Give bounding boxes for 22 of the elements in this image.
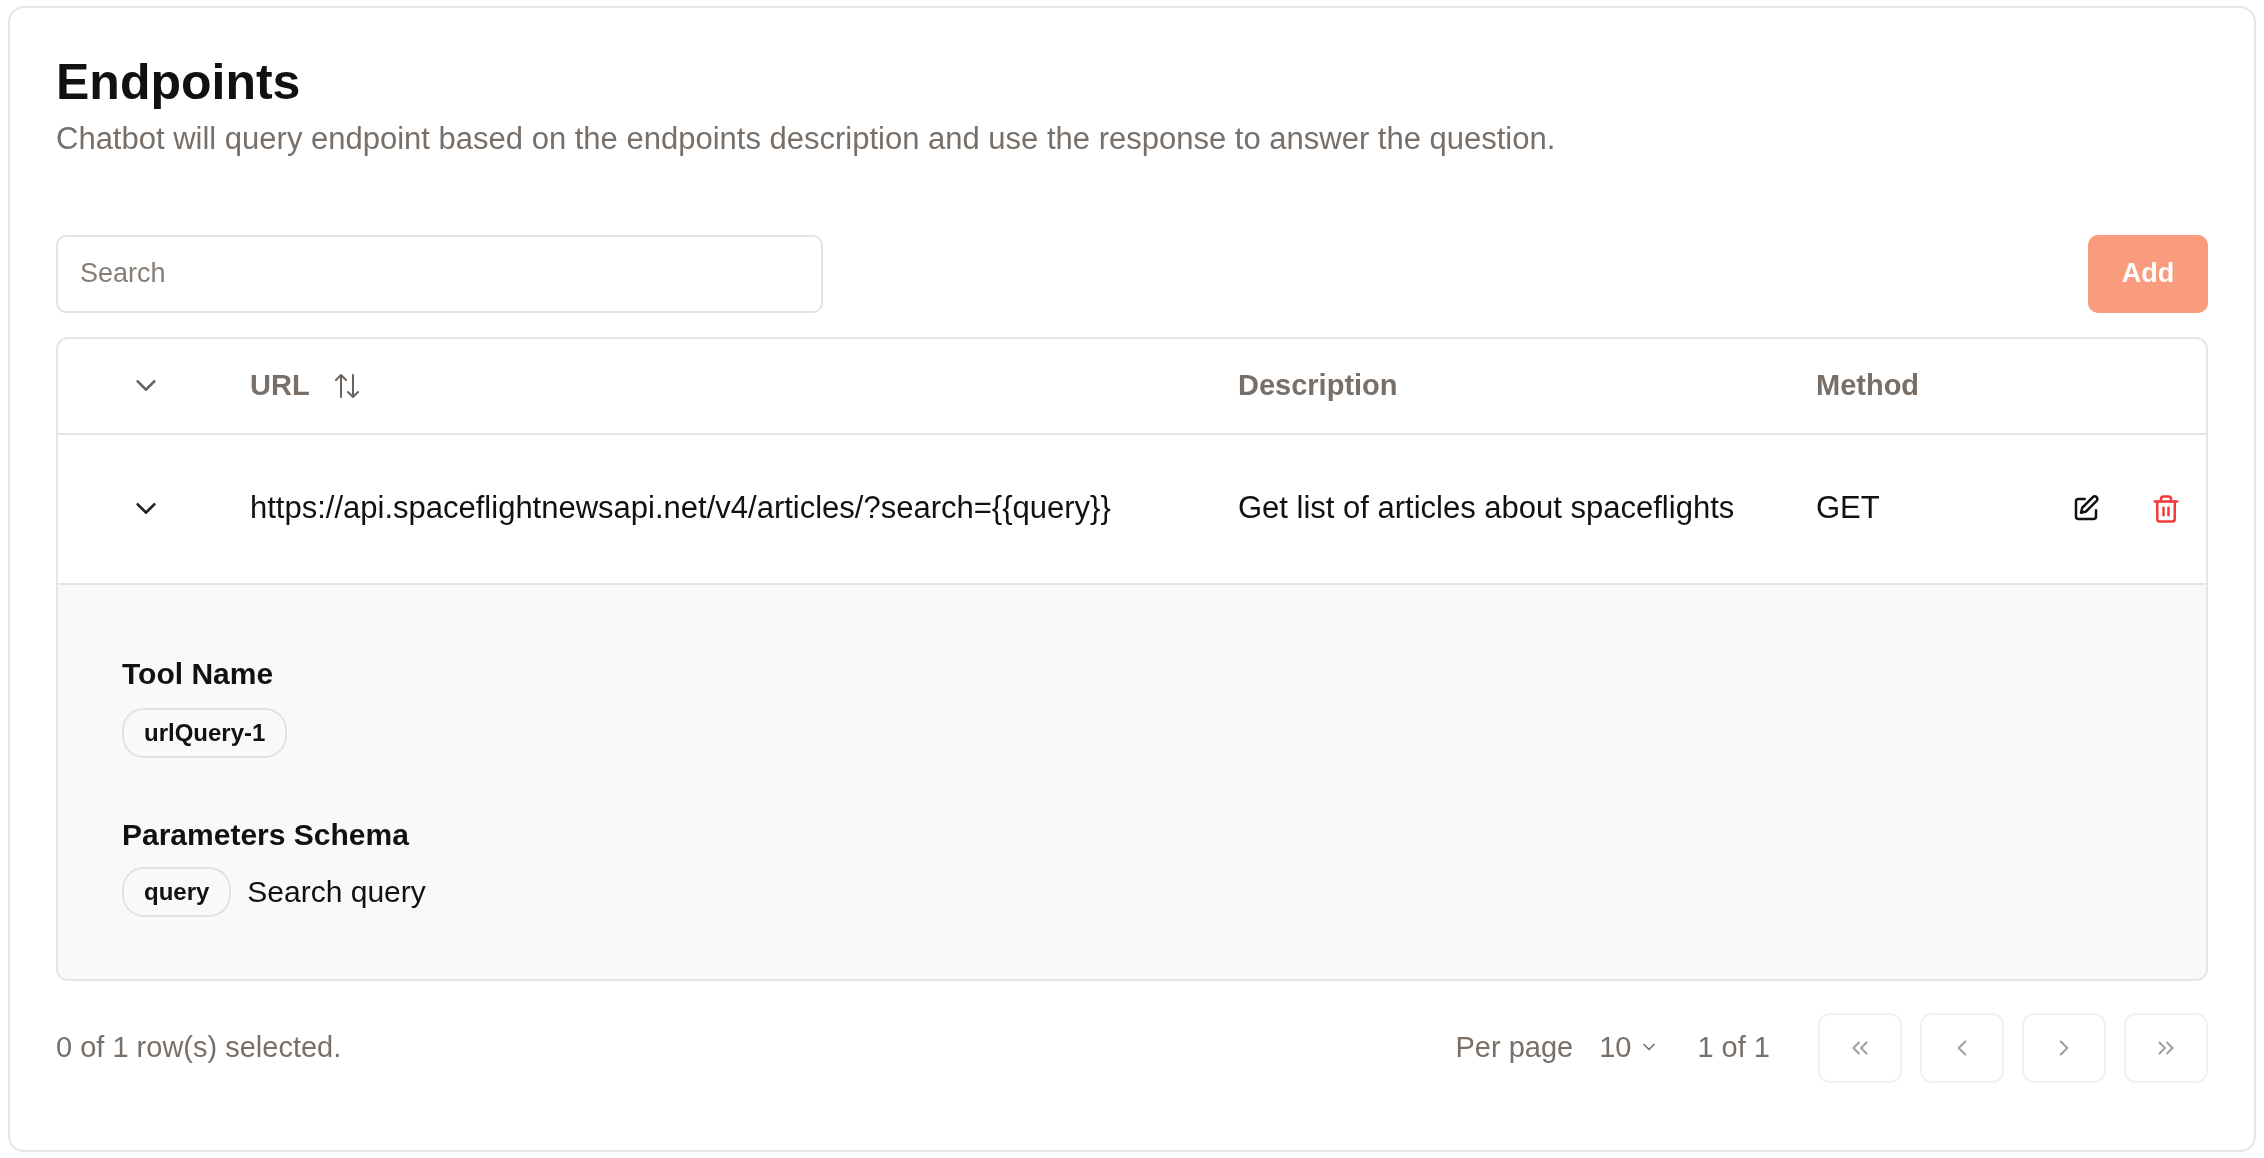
selection-count: 0 of 1 row(s) selected.: [56, 1029, 342, 1065]
chevron-down-icon: [136, 380, 156, 391]
parameter-description: Search query: [247, 874, 426, 910]
page-title: Endpoints: [56, 53, 302, 112]
method-cell-text: GET: [1816, 489, 1881, 528]
tool-name-tag: urlQuery-1: [122, 707, 288, 758]
chevron-down-icon: [136, 503, 156, 514]
sort-icon[interactable]: [333, 371, 360, 400]
search-field[interactable]: Search: [56, 234, 823, 313]
parameter-tag: query: [122, 866, 232, 917]
schema-label: Parameters Schema: [122, 816, 410, 853]
column-header: Method: [1816, 367, 1920, 403]
description-cell-text: Get list of articles about spaceflights: [1238, 489, 1736, 528]
sort-column-button[interactable]: URL: [250, 363, 360, 408]
column-header: Description: [1238, 367, 1398, 403]
page-indicator: 1 of 1: [1697, 1029, 1770, 1065]
per-page-select[interactable]: 10: [1595, 1026, 1664, 1069]
url-cell-text: https://api.spaceflightnewsapi.net/v4/articles/?search={{query}}: [250, 489, 1112, 528]
per-page-label: Per page: [1455, 1029, 1574, 1065]
trash-icon: [2151, 493, 2181, 524]
page-subtitle: Chatbot will query endpoint based on the endpoints description and use the response to answer the question.: [56, 120, 1557, 158]
tool-name-label: Tool Name: [122, 655, 275, 692]
